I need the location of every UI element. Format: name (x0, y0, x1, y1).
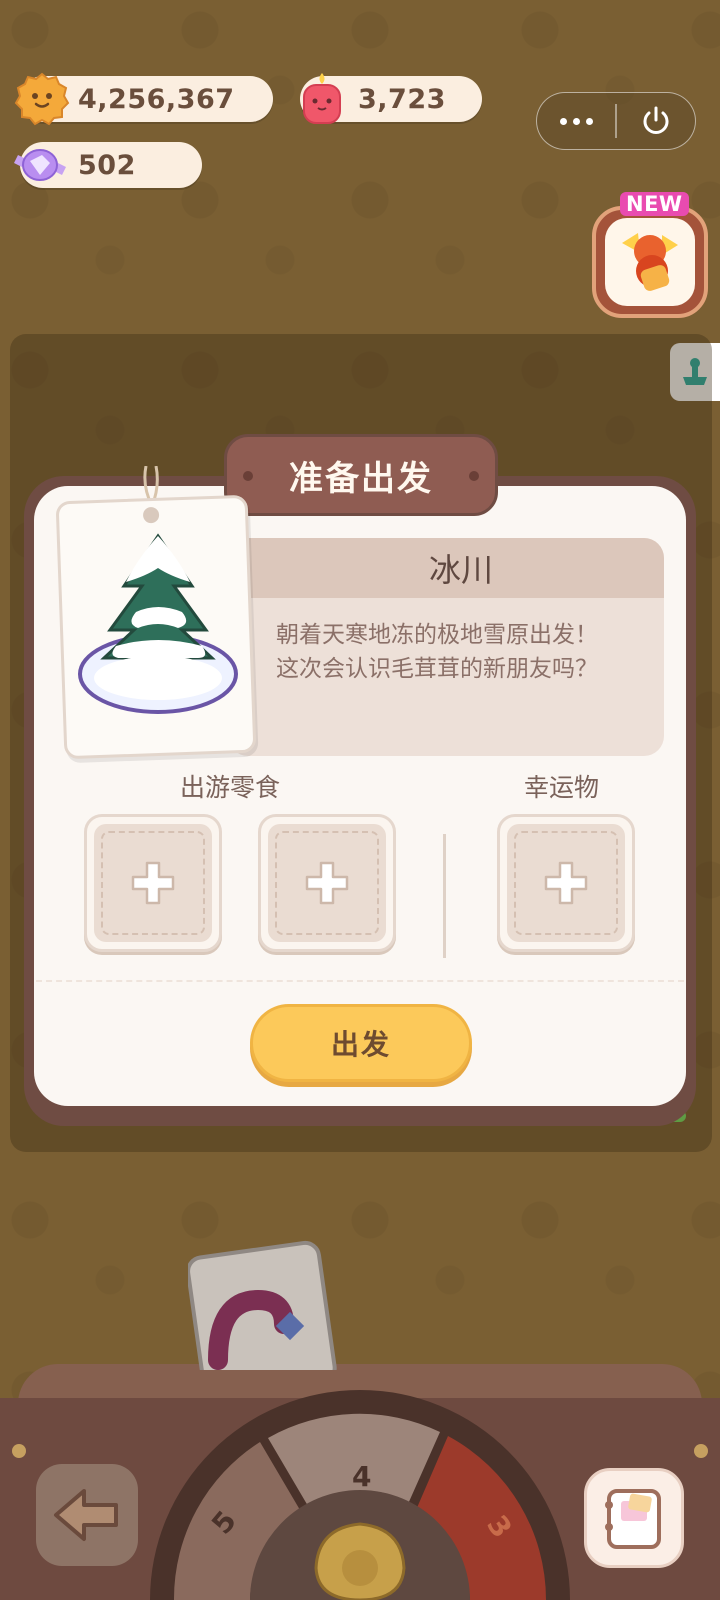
destination-header: 冰川 (228, 538, 664, 598)
new-label: NEW (620, 192, 689, 216)
destination-info: 冰川 朝着天寒地冻的极地雪原出发！ 这次会认识毛茸茸的新朋友吗？ (228, 538, 664, 756)
coin-amount: 4,256,367 (78, 83, 235, 115)
album-book-icon (605, 1489, 661, 1549)
crystal-candy-icon (14, 149, 66, 181)
lucky-item-section-label: 幸运物 (524, 773, 600, 802)
snack-slot-1[interactable] (84, 814, 222, 952)
description-line-1: 朝着天寒地冻的极地雪原出发！ (276, 622, 598, 648)
destination-name: 冰川 (428, 551, 493, 589)
album-button[interactable] (584, 1468, 684, 1568)
dialog-divider (36, 980, 684, 982)
pin-right (694, 1444, 708, 1458)
plus-icon (544, 861, 588, 905)
pin-left (12, 1444, 26, 1458)
snowy-tree-icon (78, 533, 238, 714)
more-button[interactable] (537, 93, 615, 149)
back-arrow-icon (54, 1489, 118, 1541)
candle-icon (303, 73, 341, 124)
more-dots-icon (559, 117, 567, 125)
dialog-title: 准备出发 (289, 458, 433, 499)
new-event-button[interactable]: NEW (592, 192, 710, 320)
dialog-title-plaque: 准备出发 (224, 434, 498, 516)
cookie-coin-icon (14, 72, 70, 126)
power-icon (643, 106, 669, 134)
back-button[interactable] (36, 1464, 138, 1566)
snack-slot-2[interactable] (258, 814, 396, 952)
dial-segment-4: 4 (352, 1460, 371, 1493)
depart-button[interactable]: 出发 (250, 1004, 472, 1082)
slot-divider (443, 834, 446, 958)
gem-amount: 502 (78, 149, 136, 181)
depart-button-label: 出发 (330, 1028, 391, 1061)
new-event-icon (622, 233, 678, 291)
menu-capsule (536, 92, 696, 150)
lucky-item-slot[interactable] (497, 814, 635, 952)
exit-button[interactable] (617, 93, 696, 149)
step-dial: 5 4 3 (150, 1390, 570, 1600)
plus-icon (131, 861, 175, 905)
tag-hole (142, 506, 160, 524)
new-event-frame (592, 206, 708, 318)
candle-amount: 3,723 (358, 83, 446, 115)
destination-description: 朝着天寒地冻的极地雪原出发！ 这次会认识毛茸茸的新朋友吗？ (228, 598, 664, 686)
description-line-2: 这次会认识毛茸茸的新朋友吗？ (276, 656, 598, 682)
plus-icon (305, 861, 349, 905)
snack-section-label: 出游零食 (180, 773, 281, 802)
